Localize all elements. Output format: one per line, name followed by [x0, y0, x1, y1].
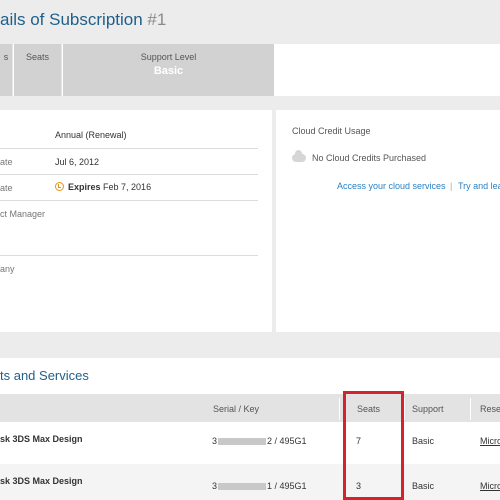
serial-key: 3 2 / 495G1 [212, 436, 307, 446]
cloud-credit-title: Cloud Credit Usage [292, 126, 371, 136]
tab-seats[interactable]: Seats [14, 44, 62, 96]
subscription-tabs: s Seats Support Level Basic [0, 44, 500, 96]
column-support[interactable]: Support [412, 404, 444, 414]
column-serial[interactable]: Serial / Key [213, 404, 259, 414]
link-separator: | [450, 181, 453, 191]
start-date-value: Jul 6, 2012 [55, 157, 100, 167]
expires-label: Expires [68, 182, 101, 192]
cloud-icon [292, 150, 306, 162]
product-name: sk 3DS Max Design [0, 434, 83, 444]
tab-support-level-label: Support Level [140, 52, 197, 62]
end-date-value: Expires Feb 7, 2016 [55, 182, 151, 192]
products-services-panel: ts and Services Serial / Key Seats Suppo… [0, 358, 500, 500]
try-and-learn-link[interactable]: Try and lea [458, 181, 500, 191]
column-reseller[interactable]: Rese [480, 404, 500, 414]
row-divider [0, 148, 258, 149]
start-date-label: ate [0, 157, 13, 167]
contract-manager-label: ct Manager [0, 209, 46, 219]
column-separator [339, 398, 340, 420]
subscription-details: Annual (Renewal) ate Jul 6, 2012 ate Exp… [0, 110, 500, 332]
tab-support-level[interactable]: Support Level Basic [63, 44, 274, 96]
serial-prefix: 3 [212, 481, 218, 491]
term-value: Annual (Renewal) [55, 130, 127, 140]
company-label: any [0, 264, 15, 274]
serial-redacted [218, 483, 267, 490]
column-separator [404, 398, 405, 420]
serial-suffix: 1 / 495G1 [267, 481, 307, 491]
products-section-title: ts and Services [0, 368, 89, 383]
serial-suffix: 2 / 495G1 [267, 436, 307, 446]
serial-key: 3 1 / 495G1 [212, 481, 307, 491]
reseller-link[interactable]: Micro [480, 436, 500, 446]
reseller-link[interactable]: Micro [480, 481, 500, 491]
table-row: sk 3DS Max Design 32 / 495G1 7 Basic Mic… [0, 422, 500, 464]
end-date-label: ate [0, 183, 13, 193]
column-divider [272, 110, 276, 332]
table-header: Serial / Key Seats Support Rese [0, 394, 500, 422]
page-title: ails of Subscription #1 [0, 10, 166, 30]
serial-prefix: 3 [212, 436, 218, 446]
row-divider [0, 255, 258, 256]
row-divider [0, 174, 258, 175]
row-divider [0, 200, 258, 201]
tab-seats-label: Seats [25, 52, 49, 62]
support-value: Basic [412, 436, 435, 446]
table-row: sk 3DS Max Design 3 1 / 495G1 3 Basic Mic… [0, 464, 500, 500]
page-title-text: ails of Subscription [0, 10, 148, 29]
cloud-credit-empty: No Cloud Credits Purchased [312, 153, 427, 163]
expires-date: Feb 7, 2016 [100, 182, 152, 192]
column-separator [470, 398, 471, 420]
access-cloud-link[interactable]: Access your cloud services [337, 181, 446, 191]
product-name: sk 3DS Max Design [0, 476, 83, 486]
tab-support-level-value: Basic [153, 65, 184, 77]
subscription-number: #1 [147, 10, 167, 29]
tab-partial-label: s [3, 52, 9, 62]
seats-highlight-box [343, 391, 404, 500]
tab-partial[interactable]: s [0, 44, 13, 96]
support-value: Basic [412, 481, 435, 491]
clock-icon [55, 182, 64, 191]
serial-redacted [218, 438, 267, 445]
